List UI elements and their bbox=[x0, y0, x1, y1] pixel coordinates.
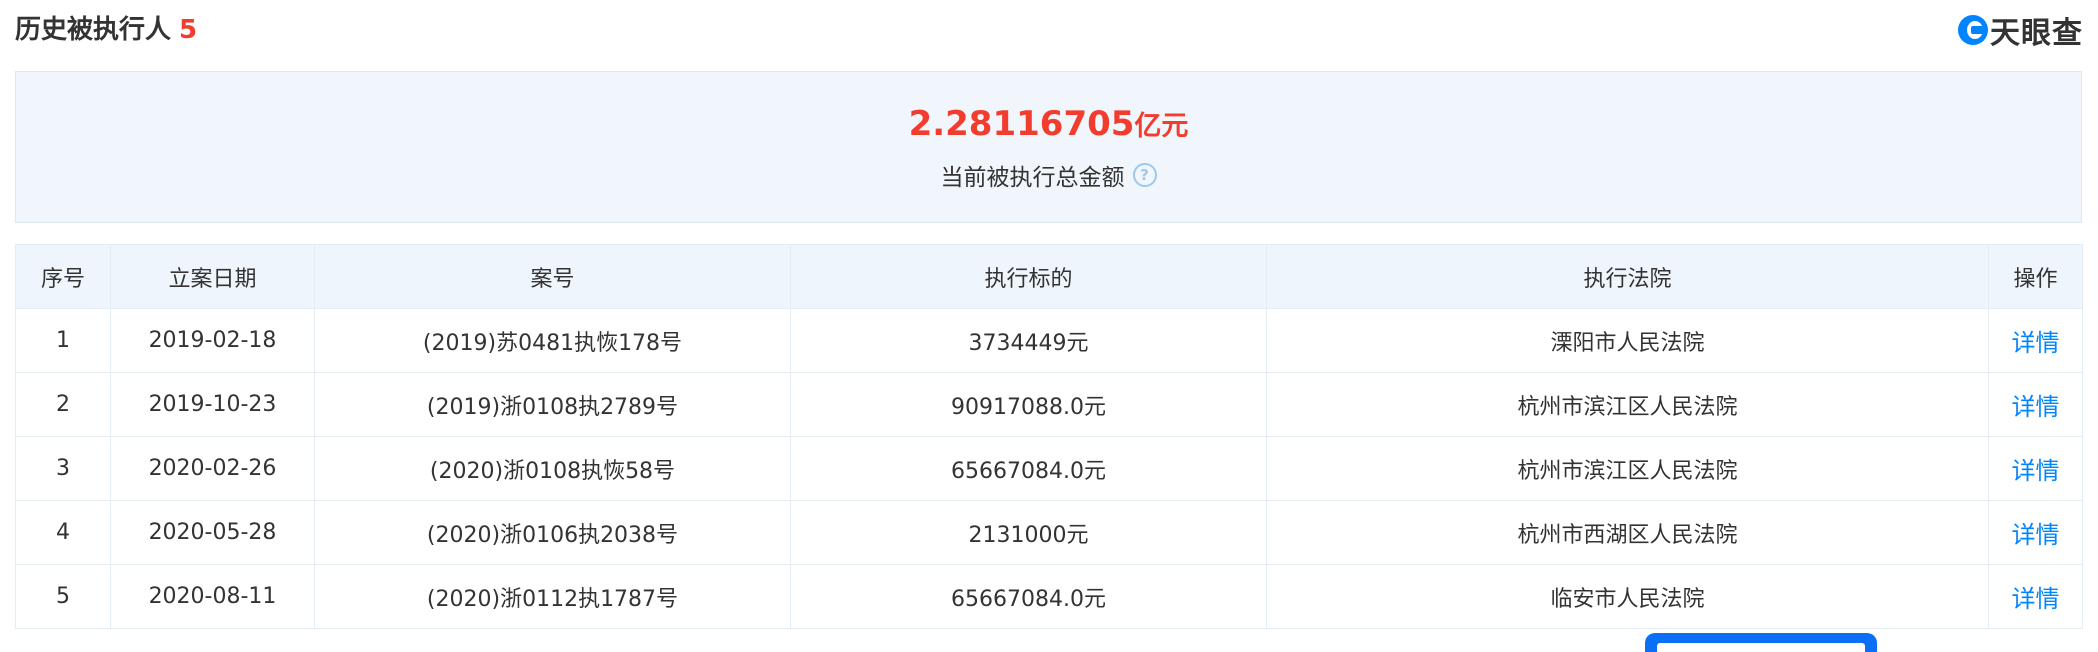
cell-case-no: (2019)浙0108执2789号 bbox=[314, 372, 791, 437]
total-amount-label: 当前被执行总金额 ? bbox=[16, 158, 2081, 192]
detail-link[interactable]: 详情 bbox=[1988, 372, 2083, 437]
cell-date: 2019-10-23 bbox=[110, 372, 315, 437]
logo-mark-icon bbox=[1958, 15, 1988, 45]
total-amount-unit: 亿元 bbox=[1134, 111, 1189, 142]
total-amount-value: 2.28116705 bbox=[908, 104, 1135, 144]
column-header-case-no: 案号 bbox=[314, 244, 791, 309]
cell-date: 2020-08-11 bbox=[110, 564, 315, 629]
column-header-index: 序号 bbox=[15, 244, 111, 309]
table-header-row: 序号 立案日期 案号 执行标的 执行法院 操作 bbox=[15, 244, 2083, 309]
cell-court: 杭州市滨江区人民法院 bbox=[1266, 372, 1989, 437]
cell-court: 杭州市西湖区人民法院 bbox=[1266, 500, 1989, 565]
table-row: 5 2020-08-11 (2020)浙0112执1787号 65667084.… bbox=[15, 564, 2083, 629]
column-header-action: 操作 bbox=[1988, 244, 2083, 309]
detail-link[interactable]: 详情 bbox=[1988, 436, 2083, 501]
cell-court: 杭州市滨江区人民法院 bbox=[1266, 436, 1989, 501]
cell-index: 2 bbox=[15, 372, 111, 437]
detail-link[interactable]: 详情 bbox=[1988, 564, 2083, 629]
execution-table: 序号 立案日期 案号 执行标的 执行法院 操作 1 2019-02-18 (20… bbox=[15, 244, 2083, 629]
table-row: 2 2019-10-23 (2019)浙0108执2789号 90917088.… bbox=[15, 372, 2083, 437]
detail-link[interactable]: 详情 bbox=[1988, 500, 2083, 565]
total-amount-label-text: 当前被执行总金额 bbox=[940, 165, 1125, 191]
cell-amount: 65667084.0元 bbox=[790, 564, 1267, 629]
total-amount: 2.28116705亿元 bbox=[16, 104, 2081, 144]
help-icon[interactable]: ? bbox=[1132, 163, 1157, 187]
cell-case-no: (2020)浙0108执恢58号 bbox=[314, 436, 791, 501]
cell-index: 1 bbox=[15, 308, 111, 373]
cell-amount: 65667084.0元 bbox=[790, 436, 1267, 501]
table-row: 1 2019-02-18 (2019)苏0481执恢178号 3734449元 … bbox=[15, 308, 2083, 373]
cell-amount: 90917088.0元 bbox=[790, 372, 1267, 437]
cell-case-no: (2020)浙0106执2038号 bbox=[314, 500, 791, 565]
floating-action-button[interactable] bbox=[1645, 633, 1877, 652]
cell-court: 临安市人民法院 bbox=[1266, 564, 1989, 629]
cell-date: 2020-02-26 bbox=[110, 436, 315, 501]
column-header-court: 执行法院 bbox=[1266, 244, 1989, 309]
section-header: 历史被执行人 5 天眼查 bbox=[15, 10, 2083, 51]
tianyancha-logo: 天眼查 bbox=[1958, 12, 2083, 51]
record-count: 5 bbox=[179, 15, 198, 45]
detail-link[interactable]: 详情 bbox=[1988, 308, 2083, 373]
cell-index: 4 bbox=[15, 500, 111, 565]
cell-index: 3 bbox=[15, 436, 111, 501]
cell-court: 溧阳市人民法院 bbox=[1266, 308, 1989, 373]
cell-index: 5 bbox=[15, 564, 111, 629]
cell-amount: 2131000元 bbox=[790, 500, 1267, 565]
column-header-date: 立案日期 bbox=[110, 244, 315, 309]
total-amount-panel: 2.28116705亿元 当前被执行总金额 ? bbox=[15, 71, 2082, 223]
logo-text: 天眼查 bbox=[1990, 16, 2083, 51]
column-header-amount: 执行标的 bbox=[790, 244, 1267, 309]
cell-date: 2019-02-18 bbox=[110, 308, 315, 373]
cell-case-no: (2020)浙0112执1787号 bbox=[314, 564, 791, 629]
cell-date: 2020-05-28 bbox=[110, 500, 315, 565]
section-title: 历史被执行人 5 bbox=[15, 10, 197, 50]
table-row: 3 2020-02-26 (2020)浙0108执恢58号 65667084.0… bbox=[15, 436, 2083, 501]
cell-case-no: (2019)苏0481执恢178号 bbox=[314, 308, 791, 373]
table-row: 4 2020-05-28 (2020)浙0106执2038号 2131000元 … bbox=[15, 500, 2083, 565]
cell-amount: 3734449元 bbox=[790, 308, 1267, 373]
section-title-text: 历史被执行人 bbox=[15, 15, 172, 45]
